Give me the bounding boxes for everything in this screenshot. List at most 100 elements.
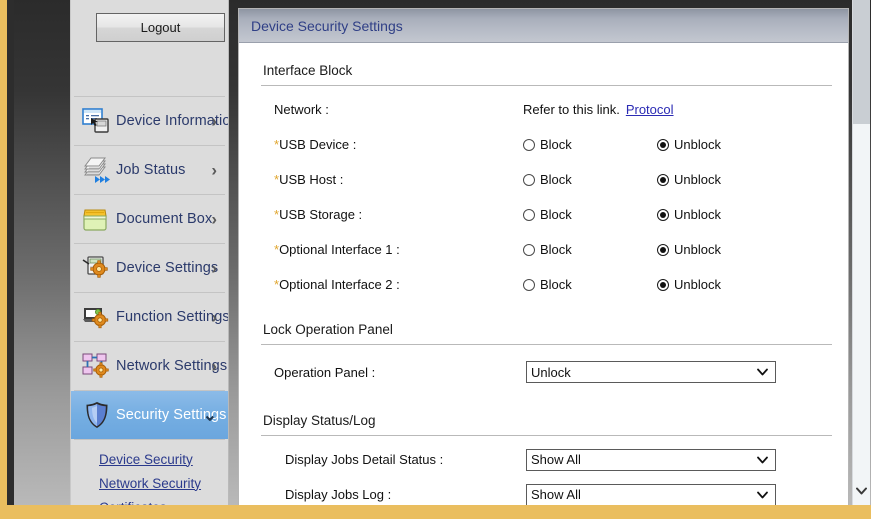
radio-block[interactable]: Block	[523, 137, 657, 152]
radio-unblock[interactable]: Unblock	[657, 207, 721, 222]
row-optional-interface-1: *Optional Interface 1 : Block Unblock	[261, 232, 832, 267]
scrollbar-thumb[interactable]	[853, 0, 870, 124]
sidebar-item-job-status[interactable]: Job Status ›	[71, 146, 228, 194]
radio-label: Unblock	[674, 137, 721, 152]
row-network: Network : Refer to this link. Protocol	[261, 92, 832, 127]
sidebar-item-device-information[interactable]: Device Information ›	[71, 97, 228, 145]
sidebar-item-network-settings[interactable]: Network Settings ›	[71, 342, 228, 390]
radio-indicator	[523, 138, 535, 151]
sidebar-subitem-label[interactable]: Network Security	[99, 476, 201, 491]
sidebar-item-document-box[interactable]: Document Box ›	[71, 195, 228, 243]
frame-inner: Logout Device Information › Job Status ›…	[14, 0, 871, 505]
radio-label: Block	[540, 137, 572, 152]
row-display-jobs-log: Display Jobs Log : Show All	[261, 477, 832, 505]
chevron-down-icon	[757, 368, 768, 376]
scrollbar-down-arrow-icon[interactable]	[853, 482, 870, 499]
sidebar-submenu: Device Security Network Security Certifi…	[71, 440, 228, 506]
radio-group: Block Unblock	[523, 172, 721, 187]
value-cell: Unlock	[526, 361, 776, 383]
value-cell: Show All	[526, 483, 776, 505]
page-title: Device Security Settings	[251, 17, 403, 34]
sidebar-item-label: Document Box	[116, 211, 213, 227]
document-box-icon	[80, 202, 114, 236]
vertical-scrollbar[interactable]	[852, 0, 870, 505]
radio-label: Block	[540, 172, 572, 187]
panel-content: Interface Block Network : Refer to this …	[239, 43, 848, 505]
chevron-right-icon: ›	[211, 307, 217, 327]
sidebar-subitem-certificates[interactable]: Certificates	[71, 495, 228, 506]
radio-indicator	[657, 243, 669, 256]
radio-unblock[interactable]: Unblock	[657, 172, 721, 187]
row-display-jobs-detail-status: Display Jobs Detail Status : Show All	[261, 442, 832, 477]
radio-label: Block	[540, 277, 572, 292]
row-usb-host: *USB Host : Block Unblock	[261, 162, 832, 197]
panel-title-bar: Device Security Settings	[239, 9, 848, 43]
chevron-right-icon: ›	[211, 356, 217, 376]
chevron-down-icon	[757, 491, 768, 498]
sidebar-item-function-settings[interactable]: Function Settings ›	[71, 293, 228, 341]
sidebar-item-security-settings[interactable]: Security Settings ⌄	[71, 391, 228, 439]
select-value: Show All	[531, 452, 581, 467]
chevron-right-icon: ›	[211, 111, 217, 131]
chevron-right-icon: ›	[211, 160, 217, 180]
sidebar-subitem-label[interactable]: Certificates	[99, 500, 167, 506]
row-label-text: USB Host :	[279, 172, 344, 187]
select-value: Show All	[531, 487, 581, 502]
radio-group: Block Unblock	[523, 242, 721, 257]
radio-indicator	[523, 278, 535, 291]
device-settings-icon	[80, 251, 114, 285]
sidebar-subitem-label[interactable]: Device Security	[99, 452, 193, 467]
radio-group: Block Unblock	[523, 277, 721, 292]
device-information-icon	[80, 104, 114, 138]
display-jobs-detail-status-select[interactable]: Show All	[526, 448, 776, 471]
section-divider	[261, 85, 832, 86]
radio-indicator	[657, 138, 669, 151]
row-label: *USB Device :	[261, 137, 523, 152]
radio-block[interactable]: Block	[523, 207, 657, 222]
sidebar-subitem-device-security[interactable]: Device Security	[71, 447, 228, 471]
radio-label: Unblock	[674, 242, 721, 257]
radio-unblock[interactable]: Unblock	[657, 137, 721, 152]
row-label: *USB Storage :	[261, 207, 523, 222]
row-label: *Optional Interface 2 :	[261, 277, 523, 292]
radio-block[interactable]: Block	[523, 277, 657, 292]
radio-indicator	[657, 278, 669, 291]
radio-indicator	[657, 173, 669, 186]
main-panel: Device Security Settings Interface Block…	[238, 8, 849, 505]
radio-label: Block	[540, 242, 572, 257]
sidebar-subitem-network-security[interactable]: Network Security	[71, 471, 228, 495]
refer-text: Refer to this link.	[523, 102, 620, 117]
security-settings-shield-icon	[80, 398, 114, 432]
radio-indicator	[523, 243, 535, 256]
radio-unblock[interactable]: Unblock	[657, 277, 721, 292]
operation-panel-select[interactable]: Unlock	[526, 361, 776, 383]
section-divider	[261, 435, 832, 436]
row-operation-panel: Operation Panel : Unlock	[261, 351, 832, 393]
chevron-down-icon	[757, 456, 768, 463]
radio-unblock[interactable]: Unblock	[657, 242, 721, 257]
browser-frame: Logout Device Information › Job Status ›…	[0, 0, 871, 519]
section-heading-lock-operation-panel: Lock Operation Panel	[263, 322, 393, 337]
chevron-right-icon: ›	[211, 258, 217, 278]
chevron-right-icon: ›	[211, 209, 217, 229]
row-label: Display Jobs Detail Status :	[285, 452, 444, 467]
logout-button[interactable]: Logout	[96, 13, 225, 42]
radio-block[interactable]: Block	[523, 172, 657, 187]
row-label-text: Optional Interface 1 :	[279, 242, 400, 257]
sidebar-item-device-settings[interactable]: Device Settings ›	[71, 244, 228, 292]
function-settings-icon	[80, 300, 114, 334]
sidebar: Logout Device Information › Job Status ›…	[70, 0, 229, 505]
network-link-cell: Refer to this link. Protocol	[523, 102, 674, 117]
protocol-link[interactable]: Protocol	[626, 102, 674, 117]
row-label-text: Optional Interface 2 :	[279, 277, 400, 292]
display-jobs-log-select[interactable]: Show All	[526, 483, 776, 505]
radio-block[interactable]: Block	[523, 242, 657, 257]
row-label-text: USB Device :	[279, 137, 357, 152]
row-label: *USB Host :	[261, 172, 523, 187]
row-label-text: USB Storage :	[279, 207, 363, 222]
radio-indicator	[523, 173, 535, 186]
sidebar-item-label: Device Settings	[116, 260, 219, 276]
section-heading-interface-block: Interface Block	[263, 63, 353, 78]
network-settings-icon	[80, 349, 114, 383]
radio-indicator	[523, 208, 535, 221]
